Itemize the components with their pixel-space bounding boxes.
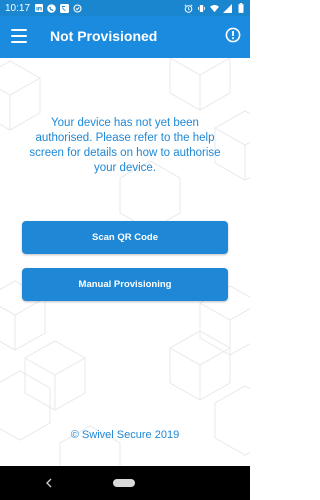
main-content: Your device has not yet been authorised.… xyxy=(0,58,250,466)
status-bar: 10:17 xyxy=(0,0,250,16)
status-right xyxy=(184,3,245,13)
page-title: Not Provisioned xyxy=(50,28,158,44)
hamburger-menu-icon[interactable] xyxy=(11,29,27,43)
battery-icon xyxy=(236,3,245,13)
info-icon[interactable] xyxy=(225,27,241,43)
app-bar: Not Provisioned xyxy=(0,16,250,58)
alarm-icon xyxy=(184,3,193,13)
manual-provisioning-button[interactable]: Manual Provisioning xyxy=(22,268,228,301)
translate-notification-icon xyxy=(60,3,70,13)
status-time: 10:17 xyxy=(5,2,31,14)
wifi-icon xyxy=(210,4,219,13)
copyright-footer: © Swivel Secure 2019 xyxy=(70,429,180,441)
navigation-bar xyxy=(0,466,250,500)
phone-notification-icon xyxy=(47,3,56,13)
signal-icon xyxy=(223,3,232,13)
linkedin-notification-icon xyxy=(34,4,43,13)
vibrate-icon xyxy=(197,4,206,13)
sync-notification-icon xyxy=(73,3,82,13)
status-left: 10:17 xyxy=(5,3,82,14)
home-pill-button[interactable] xyxy=(113,479,135,487)
back-icon[interactable] xyxy=(44,476,54,490)
scan-qr-code-button[interactable]: Scan QR Code xyxy=(22,221,228,254)
not-provisioned-message: Your device has not yet been authorised.… xyxy=(29,117,221,174)
